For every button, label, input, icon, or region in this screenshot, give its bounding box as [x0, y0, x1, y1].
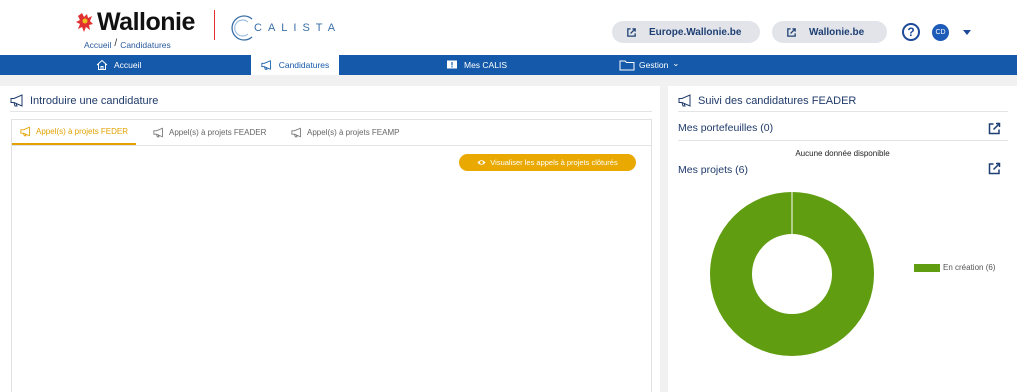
europe-wallonie-label: Europe.Wallonie.be: [649, 26, 742, 38]
external-link-icon: [627, 27, 636, 37]
portefeuilles-heading: Mes portefeuilles (0): [678, 122, 773, 134]
main-nav: Accueil Candidatures Mes CALIS Gestion ⌄: [0, 55, 1017, 75]
avatar[interactable]: CD: [932, 24, 949, 41]
no-data-message: Aucune donnée disponible: [795, 149, 890, 158]
megaphone-icon: [153, 127, 163, 138]
projets-donut-chart: [710, 192, 874, 356]
megaphone-icon: [20, 126, 30, 137]
suivi-candidatures-panel: Suivi des candidatures FEADER Mes portef…: [668, 86, 1017, 392]
megaphone-icon: [261, 60, 271, 70]
nav-label: Gestion: [639, 60, 669, 70]
logo-text: Wallonie: [97, 8, 195, 36]
home-icon: [96, 59, 108, 70]
help-icon[interactable]: ?: [902, 23, 920, 41]
projets-label: Mes projets (6): [678, 164, 749, 176]
wallonie-label: Wallonie.be: [809, 26, 865, 38]
panel-title: Suivi des candidatures FEADER: [678, 94, 856, 107]
wallonie-link[interactable]: Wallonie.be: [772, 21, 887, 43]
section-divider: [678, 140, 1008, 141]
nav-item-candidatures[interactable]: Candidatures: [251, 55, 339, 75]
panel-title-text: Suivi des candidatures FEADER: [698, 94, 857, 107]
app-name: CALISTA: [254, 22, 342, 34]
nav-item-accueil[interactable]: Accueil: [96, 55, 141, 75]
tab-label: Appel(s) à projets FEDER: [36, 127, 129, 136]
nav-label: Mes CALIS: [464, 60, 507, 70]
view-closed-calls-label: Visualiser les appels à projets clôturés: [490, 158, 618, 167]
megaphone-icon: [291, 127, 301, 138]
legend-swatch: [914, 263, 940, 272]
panel-divider: [678, 111, 1008, 112]
external-link-icon[interactable]: [988, 162, 1001, 175]
view-closed-calls-button[interactable]: Visualiser les appels à projets clôturés: [459, 154, 636, 171]
logo-divider: [214, 10, 215, 40]
europe-wallonie-link[interactable]: Europe.Wallonie.be: [612, 21, 760, 43]
megaphone-icon: [678, 94, 691, 107]
nav-label: Accueil: [114, 60, 142, 70]
breadcrumb: Accueil / Candidatures: [84, 38, 171, 50]
breadcrumb-separator: /: [114, 38, 118, 49]
nav-item-mes-calis[interactable]: Mes CALIS: [446, 55, 507, 75]
header: Wallonie CALISTA Accueil / Candidatures …: [0, 0, 1017, 55]
legend-label: En création (6): [943, 263, 996, 272]
panel-title: Introduire une candidature: [10, 94, 158, 107]
wallonie-logo[interactable]: Wallonie: [75, 8, 195, 37]
external-link-icon: [787, 27, 796, 37]
folder-icon: [619, 60, 635, 71]
tab-label: Appel(s) à projets FEADER: [169, 128, 267, 137]
external-link-icon[interactable]: [988, 122, 1001, 135]
calista-logo[interactable]: CALISTA: [228, 13, 341, 43]
projets-heading: Mes projets (6): [678, 164, 748, 176]
tab-feder[interactable]: Appel(s) à projets FEDER: [12, 120, 137, 145]
tab-feader[interactable]: Appel(s) à projets FEADER: [153, 120, 266, 145]
tab-label: Appel(s) à projets FEAMP: [307, 128, 400, 137]
tabs-container: Appel(s) à projets FEDER Appel(s) à proj…: [11, 119, 652, 392]
tabs-underline: [12, 145, 651, 146]
chevron-down-icon: ⌄: [672, 57, 680, 68]
breadcrumb-home[interactable]: Accueil: [84, 40, 111, 50]
eye-icon: [477, 160, 486, 165]
breadcrumb-current: Candidatures: [120, 40, 171, 50]
nav-item-gestion[interactable]: Gestion ⌄: [619, 55, 679, 75]
tab-feamp[interactable]: Appel(s) à projets FEAMP: [291, 120, 399, 145]
nav-label: Candidatures: [278, 60, 330, 70]
panel-divider: [10, 111, 652, 112]
megaphone-icon: [10, 94, 23, 107]
panel-title-text: Introduire une candidature: [30, 94, 159, 107]
portefeuilles-label: Mes portefeuilles (0): [678, 122, 774, 134]
chart-legend: En création (6): [914, 263, 995, 272]
introduce-candidature-panel: Introduire une candidature Appel(s) à pr…: [0, 86, 660, 392]
message-icon: [447, 60, 457, 69]
chevron-down-icon[interactable]: [963, 30, 971, 35]
rooster-icon: [76, 12, 93, 32]
